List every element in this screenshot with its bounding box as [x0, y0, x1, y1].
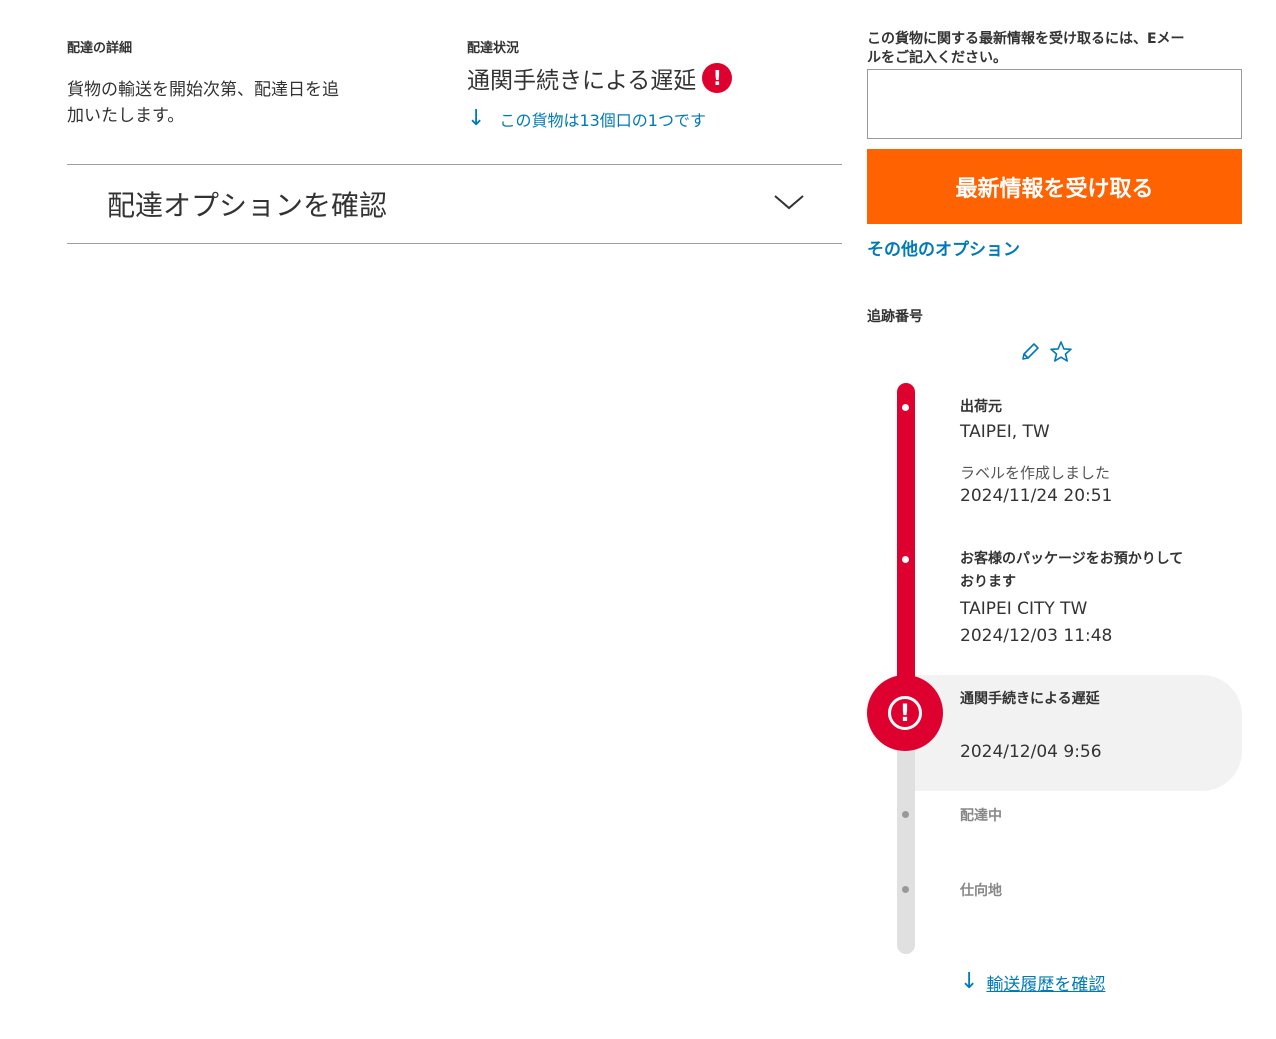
get-updates-button[interactable]: 最新情報を受け取る [867, 149, 1242, 224]
delivery-details-text-line2: 加いたします。 [67, 106, 185, 126]
event-pickup-title: お客様のパッケージをお預かりして おります [960, 548, 1240, 594]
delivery-options-title: 配達オプションを確認 [107, 189, 388, 222]
email-updates-label-line2: ルをご記入ください。 [867, 50, 1007, 66]
delivery-status: 通関手続きによる遅延 ! [467, 62, 733, 94]
event-customs-title: 通関手続きによる遅延 [960, 691, 1100, 707]
pencil-icon[interactable] [1019, 341, 1041, 367]
delivery-status-text: 通関手続きによる遅延 [467, 68, 697, 94]
event-pickup-location: TAIPEI CITY TW [960, 599, 1088, 619]
timeline-dot [902, 811, 909, 818]
event-origin-description: ラベルを作成しました [960, 464, 1111, 482]
more-options-link[interactable]: その他のオプション [867, 235, 1020, 260]
piece-count-link-text: この貨物は13個口の1つです [499, 111, 706, 130]
exclamation-icon: ! [888, 696, 922, 730]
timeline-dot [902, 886, 909, 893]
event-destination-title: 仕向地 [960, 883, 1002, 899]
delivery-details-text-line1: 貨物の輸送を開始次第、配達日を追 [67, 80, 339, 100]
event-origin-title: 出荷元 [960, 399, 1002, 415]
timeline-progress-bar [897, 383, 915, 713]
delivery-details-label: 配達の詳細 [67, 41, 133, 56]
event-origin-location: TAIPEI, TW [960, 422, 1050, 442]
piece-count-link[interactable]: ↓ この貨物は13個口の1つです [467, 106, 706, 132]
tracking-number-label: 追跡番号 [867, 309, 923, 325]
event-in-transit-title: 配達中 [960, 808, 1002, 824]
delivery-options-accordion[interactable]: 配達オプションを確認 [107, 165, 804, 243]
arrow-down-icon: ↓ [960, 969, 979, 994]
event-pickup-datetime: 2024/12/03 11:48 [960, 626, 1113, 646]
email-updates-label-line1: この貨物に関する最新情報を受け取るには、Eメー [867, 31, 1185, 47]
star-icon[interactable] [1049, 340, 1073, 368]
timeline-alert-icon: ! [867, 675, 943, 751]
chevron-down-icon [774, 194, 804, 214]
arrow-down-icon: ↓ [467, 106, 486, 131]
event-customs-datetime: 2024/12/04 9:56 [960, 742, 1102, 762]
event-pickup-title-line2: おります [960, 574, 1016, 590]
timeline-dot [902, 404, 909, 411]
delivery-status-label: 配達状況 [467, 41, 520, 56]
event-pickup-title-line1: お客様のパッケージをお預かりして [960, 551, 1184, 567]
divider-bottom [67, 243, 842, 244]
timeline-dot [902, 556, 909, 563]
event-origin-datetime: 2024/11/24 20:51 [960, 486, 1113, 506]
email-field[interactable] [867, 69, 1242, 139]
delivery-details-text: 貨物の輸送を開始次第、配達日を追 加いたします。 [67, 77, 387, 129]
alert-icon: ! [702, 63, 733, 93]
email-updates-label: この貨物に関する最新情報を受け取るには、Eメー ルをご記入ください。 [867, 30, 1247, 68]
shipment-history-link-text: 輸送履歴を確認 [986, 974, 1106, 995]
shipment-history-link[interactable]: ↓ 輸送履歴を確認 [960, 968, 1105, 996]
